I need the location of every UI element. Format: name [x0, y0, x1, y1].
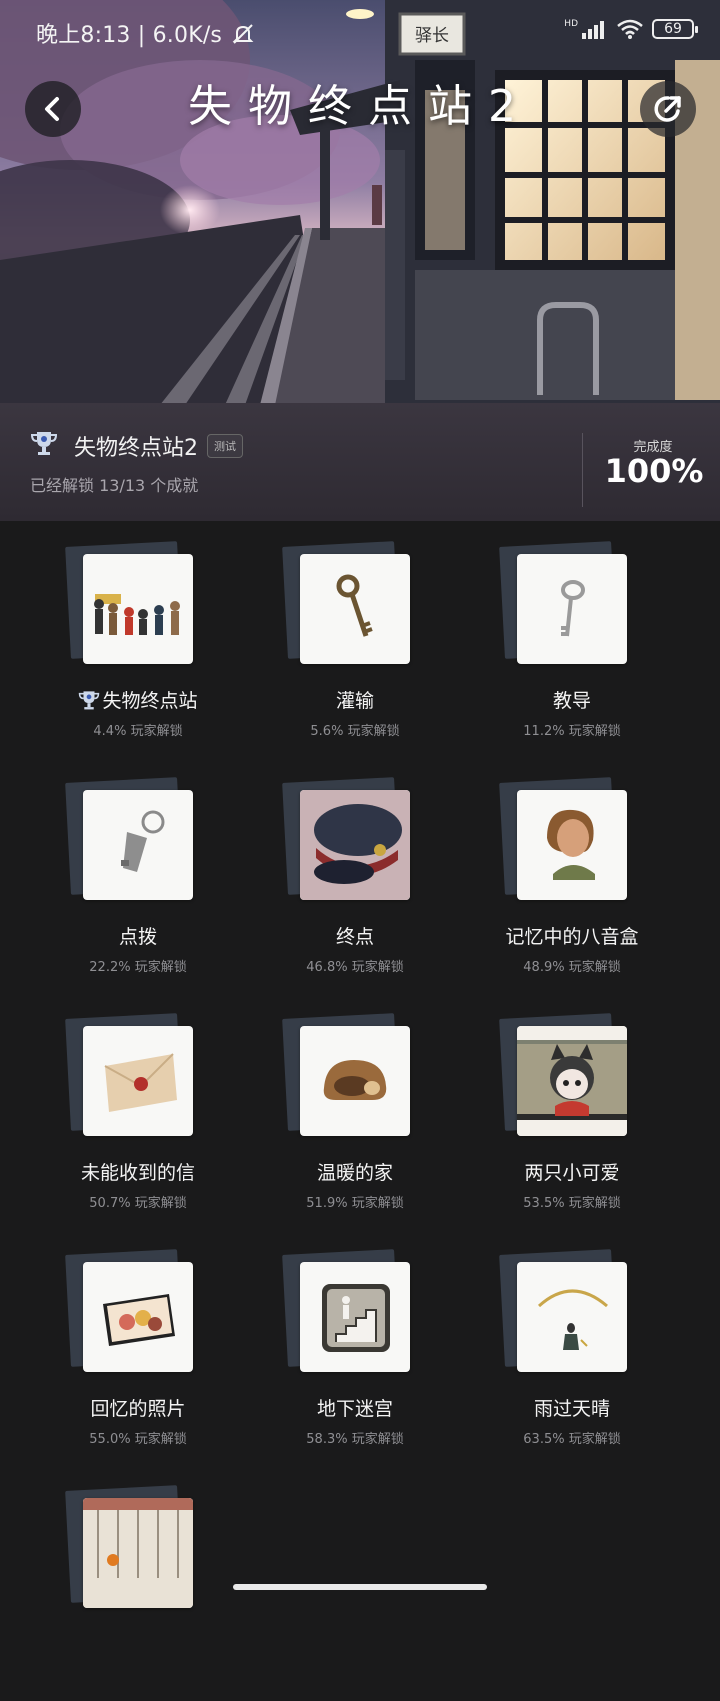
achievement-card[interactable]: 温暖的家 51.9% 玩家解锁: [217, 993, 439, 1229]
unlock-rate: 48.9% 玩家解锁: [523, 960, 621, 975]
achievement-title-text: 失物终点站: [102, 690, 198, 712]
unlock-rate: 53.5% 玩家解锁: [523, 1196, 621, 1211]
info-divider: [582, 433, 583, 507]
achievement-image: [300, 554, 410, 664]
keychain-key-icon: [121, 810, 165, 872]
achievement-card[interactable]: 终点 46.8% 玩家解锁: [217, 757, 439, 993]
battery-icon: 69: [652, 19, 698, 39]
achievement-image: [83, 1498, 193, 1608]
test-tag: 测试: [207, 434, 243, 458]
share-icon: [654, 96, 681, 122]
sealed-letter-icon: [104, 1053, 177, 1112]
trophy-icon: [30, 432, 58, 455]
old-key-icon: [336, 574, 373, 637]
cellular-signal-icon: [582, 21, 604, 39]
achievement-image: [517, 790, 627, 900]
photo-icon: [103, 1294, 175, 1346]
achievement-card[interactable]: 回忆的照片 55.0% 玩家解锁: [0, 1229, 222, 1465]
achievement-card[interactable]: 未能收到的信 50.7% 玩家解锁: [0, 993, 222, 1229]
hd-badge: HD: [564, 19, 578, 29]
unlock-summary: 已经解锁 13/13 个成就: [30, 476, 199, 495]
status-bar: 晚上8:13 | 6.0K/s HD 69: [0, 0, 720, 62]
page-title: 失物终点站2: [188, 81, 532, 132]
achievement-image: [300, 790, 410, 900]
achievement-title: 两只小可爱: [524, 1162, 620, 1184]
status-right: HD 69: [564, 18, 698, 40]
conductor-hat-icon: [300, 790, 410, 900]
achievement-card[interactable]: [0, 1465, 222, 1701]
battery-level: 69: [664, 21, 682, 37]
status-time: 晚上8:13 | 6.0K/s: [36, 23, 223, 48]
achievement-title: 雨过天晴: [533, 1398, 610, 1420]
unlock-rate: 11.2% 玩家解锁: [523, 724, 621, 739]
bell-off-icon: [232, 24, 254, 44]
achievement-image: [83, 1026, 193, 1136]
achievement-card[interactable]: 教导 11.2% 玩家解锁: [434, 521, 656, 757]
achievement-image: [300, 1262, 410, 1372]
achievement-card[interactable]: 地下迷宫 58.3% 玩家解锁: [217, 1229, 439, 1465]
achievement-image: [517, 1262, 627, 1372]
achievement-card[interactable]: 点拨 22.2% 玩家解锁: [0, 757, 222, 993]
unlock-rate: 63.5% 玩家解锁: [523, 1432, 621, 1447]
achievement-card[interactable]: 两只小可爱 53.5% 玩家解锁: [434, 993, 656, 1229]
achievement-image: [83, 554, 193, 664]
achievement-card[interactable]: 记忆中的八音盒 48.9% 玩家解锁: [434, 757, 656, 993]
achievement-image: [83, 1262, 193, 1372]
achievement-image: [517, 1026, 627, 1136]
stairs-sign-icon: [322, 1284, 390, 1352]
group-of-people-icon: [94, 594, 180, 635]
wifi-icon: [617, 19, 643, 39]
game-name: 失物终点站2: [74, 436, 198, 461]
achievement-title: 记忆中的八音盒: [505, 926, 639, 948]
achievement-image: [517, 554, 627, 664]
achievement-image: [300, 1026, 410, 1136]
status-left: 晚上8:13 | 6.0K/s: [36, 17, 255, 49]
cozy-den-icon: [323, 1060, 387, 1100]
woman-portrait-icon: [547, 809, 595, 880]
achievement-image: [83, 790, 193, 900]
achievement-card[interactable]: 失物终点站 4.4% 玩家解锁: [0, 521, 222, 757]
home-indicator[interactable]: [233, 1584, 487, 1590]
share-button[interactable]: [640, 81, 696, 137]
trophy-icon: [79, 691, 100, 710]
rainbow-girl-icon: [537, 1289, 608, 1350]
completion-value: 100%: [604, 452, 704, 490]
achievement-card[interactable]: 雨过天晴 63.5% 玩家解锁: [434, 1229, 656, 1465]
achievement-card[interactable]: 灌输 5.6% 玩家解锁: [217, 521, 439, 757]
skeleton-key-icon: [561, 580, 585, 637]
partial-card-icon: [83, 1498, 193, 1608]
cat-girl-icon: [517, 1026, 627, 1136]
achievement-title: 教导: [552, 690, 591, 712]
